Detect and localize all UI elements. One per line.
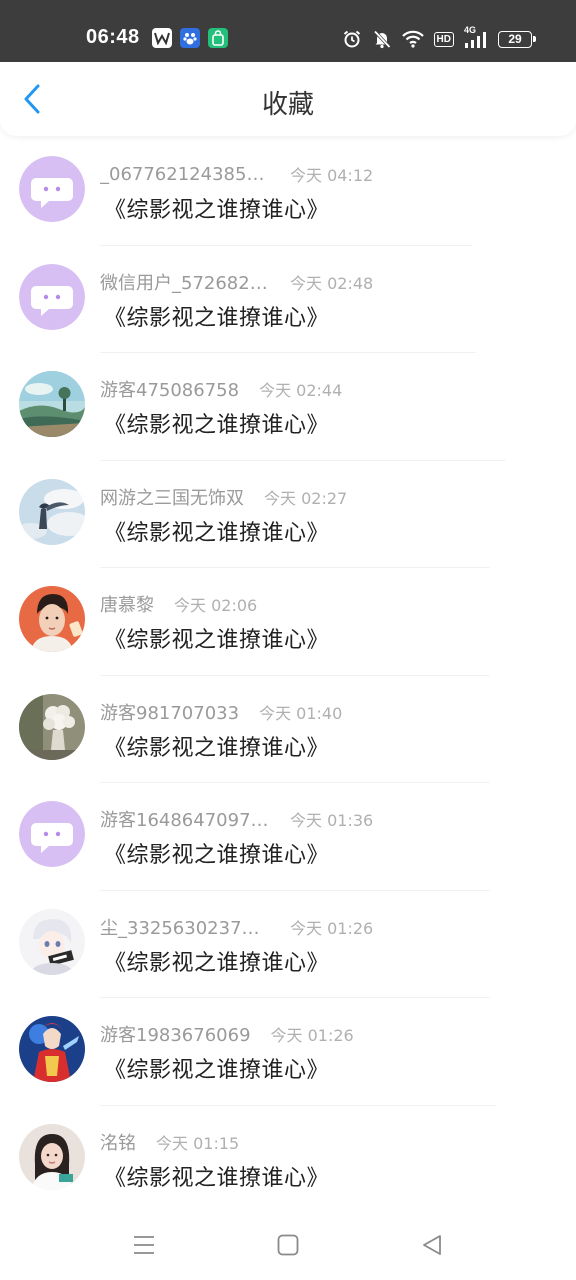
shopping-app-icon (208, 28, 228, 48)
item-meta: 游客1983676069 今天 01:26 (100, 1022, 354, 1046)
username: _067762124385214... (100, 163, 270, 185)
item-meta: 微信用户_5726826... 今天 02:48 (100, 270, 373, 294)
wps-app-icon (152, 28, 172, 48)
book-title: 《综影视之谁撩谁心》 (104, 628, 330, 653)
timestamp: 今天 01:15 (156, 1133, 240, 1153)
username: 游客16486470975... (100, 810, 270, 831)
wifi-icon (401, 30, 424, 48)
portrait-photo[interactable] (19, 586, 85, 652)
item-meta: 洺铭 今天 01:15 (100, 1130, 239, 1154)
default-avatar-icon[interactable] (19, 801, 85, 867)
book-title: 《综影视之谁撩谁心》 (104, 520, 330, 546)
timestamp: 今天 01:40 (259, 703, 343, 723)
book-title: 《综影视之谁撩谁心》 (104, 735, 330, 761)
hd-indicator: HD (433, 31, 454, 47)
item-meta: _067762124385214... 今天 04:12 (100, 162, 373, 186)
timestamp: 今天 02:44 (259, 381, 343, 400)
item-meta: 唐慕黎 今天 02:06 (100, 592, 257, 616)
battery-indicator: 29 (498, 30, 536, 48)
mute-bell-icon (372, 29, 392, 49)
timestamp: 今天 02:48 (290, 273, 374, 293)
timestamp: 今天 01:36 (290, 811, 374, 830)
landscape-photo[interactable] (19, 371, 85, 437)
status-time: 06:48 (86, 26, 140, 48)
sky-figure-photo[interactable] (19, 478, 85, 545)
default-avatar-icon[interactable] (19, 263, 85, 330)
list-item[interactable]: 游客1983676069 今天 01:26 《综影视之谁撩谁心》 (0, 998, 576, 1106)
book-title: 《综影视之谁撩谁心》 (104, 413, 330, 438)
baidu-app-icon (180, 28, 200, 48)
username: 游客1983676069 (100, 1025, 251, 1046)
anime-character-photo[interactable] (19, 908, 85, 975)
username: 尘_332563023720... (100, 917, 270, 939)
favorites-list: _067762124385214... 今天 04:12 《综影视之谁撩谁心》 … (0, 138, 576, 1213)
item-meta: 游客981707033 今天 01:40 (100, 700, 342, 724)
back-nav-button[interactable] (417, 1230, 447, 1260)
girl-portrait-photo[interactable] (19, 1123, 85, 1190)
list-item[interactable]: 洺铭 今天 01:15 《综影视之谁撩谁心》 (0, 1106, 576, 1214)
app-header: 收藏 (0, 62, 576, 136)
home-button[interactable] (273, 1230, 303, 1260)
item-meta: 游客16486470975... 今天 01:36 (100, 807, 373, 831)
timestamp: 今天 02:27 (264, 488, 348, 508)
timestamp: 今天 02:06 (174, 596, 258, 615)
book-title: 《综影视之谁撩谁心》 (104, 950, 330, 976)
flowers-photo[interactable] (19, 693, 85, 760)
username: 洺铭 (100, 1132, 136, 1154)
username: 唐慕黎 (100, 595, 154, 616)
username: 微信用户_5726826... (100, 272, 270, 294)
list-item[interactable]: 网游之三国无饰双 今天 02:27 《综影视之谁撩谁心》 (0, 461, 576, 568)
username: 游客475086758 (100, 380, 240, 401)
status-icons: HD 4G 29 (342, 25, 536, 50)
home-icon (277, 1234, 299, 1256)
list-item[interactable]: 游客981707033 今天 01:40 《综影视之谁撩谁心》 (0, 676, 576, 783)
system-nav-bar (0, 1210, 576, 1280)
item-meta: 网游之三国无饰双 今天 02:27 (100, 485, 347, 509)
timestamp: 今天 04:12 (290, 166, 374, 185)
username: 游客981707033 (100, 702, 240, 724)
list-item[interactable]: _067762124385214... 今天 04:12 《综影视之谁撩谁心》 (0, 138, 576, 246)
list-item[interactable]: 微信用户_5726826... 今天 02:48 《综影视之谁撩谁心》 (0, 246, 576, 353)
default-avatar-icon[interactable] (19, 156, 85, 222)
menu-button[interactable] (129, 1230, 159, 1260)
list-item[interactable]: 尘_332563023720... 今天 01:26 《综影视之谁撩谁心》 (0, 891, 576, 998)
book-title: 《综影视之谁撩谁心》 (104, 1058, 330, 1083)
list-item[interactable]: 游客475086758 今天 02:44 《综影视之谁撩谁心》 (0, 353, 576, 461)
status-bar: 06:48 HD 4G 29 (0, 0, 576, 62)
timestamp: 今天 01:26 (270, 1026, 354, 1045)
list-item[interactable]: 唐慕黎 今天 02:06 《综影视之谁撩谁心》 (0, 568, 576, 676)
timestamp: 今天 01:26 (290, 918, 374, 938)
book-title: 《综影视之谁撩谁心》 (104, 198, 330, 223)
item-meta: 尘_332563023720... 今天 01:26 (100, 915, 373, 939)
page-title: 收藏 (261, 90, 314, 120)
list-item[interactable]: 游客16486470975... 今天 01:36 《综影视之谁撩谁心》 (0, 783, 576, 891)
book-title: 《综影视之谁撩谁心》 (104, 1165, 330, 1191)
item-meta: 游客475086758 今天 02:44 (100, 377, 342, 401)
back-icon (423, 1235, 441, 1255)
username: 网游之三国无饰双 (100, 487, 244, 509)
book-title: 《综影视之谁撩谁心》 (104, 305, 330, 331)
book-title: 《综影视之谁撩谁心》 (104, 843, 330, 868)
menu-icon (134, 1236, 154, 1254)
signal-icon: 4G (464, 25, 488, 49)
game-character-photo[interactable] (19, 1016, 85, 1082)
alarm-icon (342, 29, 362, 49)
